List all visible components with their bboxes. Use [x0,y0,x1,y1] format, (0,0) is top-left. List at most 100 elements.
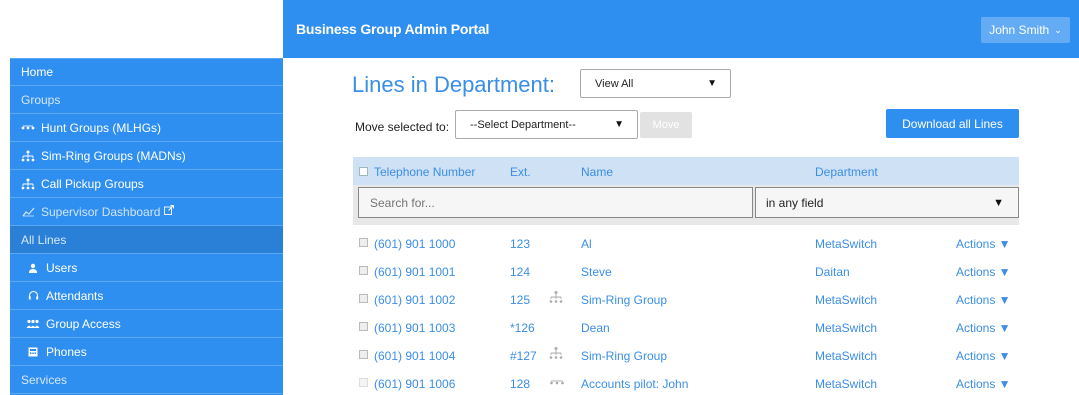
portal-title: Business Group Admin Portal [296,21,490,37]
sidebar-item-group-access[interactable]: Group Access [10,310,283,338]
sim-ring-icon [549,290,563,307]
actions-dropdown[interactable]: Actions ▼ [956,321,1011,335]
telephone-number-link[interactable]: (601) 901 1000 [374,237,455,251]
department-link[interactable]: Daitan [815,265,850,279]
search-field-value: in any field [766,195,824,210]
row-checkbox[interactable] [359,238,368,247]
phone-icon [24,347,42,357]
sidebar-item-users[interactable]: Users [10,254,283,282]
sidebar-section-groups[interactable]: Groups [10,86,283,114]
sidebar-item-supervisor-dashboard[interactable]: Supervisor Dashboard [10,198,283,226]
sidebar-item-label: Home [21,65,54,79]
actions-dropdown[interactable]: Actions ▼ [956,349,1011,363]
department-link[interactable]: MetaSwitch [815,321,877,335]
sidebar-item-label: Group Access [46,316,121,331]
sidebar-section-label: Groups [21,92,61,107]
sidebar-item-label: Call Pickup Groups [41,176,144,191]
extension-value: 128 [510,377,531,391]
call-pickup-icon [19,178,37,190]
view-select-value: View All [595,77,634,90]
page-title: Lines in Department: [352,72,555,97]
name-link[interactable]: Sim-Ring Group [581,349,667,363]
department-link[interactable]: MetaSwitch [815,349,877,363]
actions-dropdown[interactable]: Actions ▼ [956,377,1011,391]
sidebar-item-label: Sim-Ring Groups (MADNs) [41,148,186,163]
sidebar-item-attendants[interactable]: Attendants [10,282,283,310]
select-all-checkbox[interactable] [359,167,368,176]
actions-dropdown[interactable]: Actions ▼ [956,293,1011,307]
user-icon [24,263,42,273]
chevron-down-icon: ⌄ [1054,24,1062,35]
extension-value: 125 [510,293,531,307]
name-link[interactable]: Dean [581,321,610,335]
telephone-number-link[interactable]: (601) 901 1004 [374,349,455,363]
actions-dropdown[interactable]: Actions ▼ [956,237,1011,251]
table-row: (601) 901 1006 128 Accounts pilot: John Met… [353,369,1019,395]
row-checkbox[interactable] [359,322,368,331]
sidebar-item-hunt-groups[interactable]: Hunt Groups (MLHGs) [10,114,283,142]
name-link[interactable]: Sim-Ring Group [581,293,667,307]
sidebar-item-label: Phones [46,344,87,359]
column-header-name[interactable]: Name [581,165,613,179]
sidebar: Home Groups Hunt Groups (MLHGs) Sim-Ring… [10,58,283,395]
sidebar-item-sim-ring-groups[interactable]: Sim-Ring Groups (MADNs) [10,142,283,170]
department-link[interactable]: MetaSwitch [815,293,877,307]
row-checkbox[interactable] [359,350,368,359]
move-button[interactable]: Move [640,112,692,138]
sidebar-item-call-pickup-groups[interactable]: Call Pickup Groups [10,170,283,198]
table-row: (601) 901 1003 *126 Dean MetaSwitch Actions … [353,313,1019,341]
row-checkbox[interactable] [359,266,368,275]
name-link[interactable]: Steve [581,265,612,279]
department-select[interactable]: --Select Department-- ▼ [455,110,638,139]
extension-value: #127 [510,349,537,363]
column-header-telephone[interactable]: Telephone Number [374,165,475,179]
sidebar-item-label: Attendants [46,288,104,303]
column-header-department[interactable]: Department [815,165,878,179]
search-row: in any field ▼ [353,185,1019,225]
sidebar-section-label: All Lines [21,232,67,247]
sidebar-section-all-lines[interactable]: All Lines [10,226,283,254]
department-link[interactable]: MetaSwitch [815,377,877,391]
view-select[interactable]: View All ▼ [580,69,731,98]
actions-dropdown[interactable]: Actions ▼ [956,265,1011,279]
caret-down-icon: ▼ [707,78,717,89]
download-all-lines-button[interactable]: Download all Lines [886,109,1019,138]
column-header-ext[interactable]: Ext. [510,165,531,179]
search-input[interactable] [358,187,753,218]
sidebar-item-home[interactable]: Home [10,58,283,86]
top-bar: Business Group Admin Portal John Smith ⌄ [283,0,1079,58]
sidebar-item-label: Users [46,260,78,275]
name-link[interactable]: Al [581,237,592,251]
move-selected-label: Move selected to: [355,120,450,134]
row-checkbox[interactable] [359,378,368,387]
telephone-number-link[interactable]: (601) 901 1002 [374,293,455,307]
sim-ring-icon [19,150,37,162]
row-checkbox[interactable] [359,294,368,303]
sidebar-item-label: Hunt Groups (MLHGs) [41,120,162,135]
extension-value: 123 [510,237,531,251]
external-link-icon [164,205,175,218]
sim-ring-icon [549,346,563,363]
telephone-number-link[interactable]: (601) 901 1003 [374,321,455,335]
hunt-group-icon [549,374,565,391]
extension-value: 124 [510,265,531,279]
dashboard-icon [19,207,37,217]
table-header: Telephone Number Ext. Name Department [353,157,1019,185]
extension-value: *126 [510,321,535,335]
department-link[interactable]: MetaSwitch [815,237,877,251]
table-row: (601) 901 1002 125 Sim-Ring Group MetaSwitc… [353,285,1019,313]
search-field-select[interactable]: in any field ▼ [755,187,1019,218]
sidebar-section-services[interactable]: Services [10,366,283,394]
table-row: (601) 901 1004 #127 Sim-Ring Group MetaSwit… [353,341,1019,369]
caret-down-icon: ▼ [614,119,624,130]
sidebar-item-phones[interactable]: Phones [10,338,283,366]
name-link[interactable]: Accounts pilot: John [581,377,688,391]
table-row: (601) 901 1000 123 Al MetaSwitch Actions ▼ [353,229,1019,257]
user-name: John Smith [989,23,1050,37]
telephone-number-link[interactable]: (601) 901 1006 [374,377,455,391]
telephone-number-link[interactable]: (601) 901 1001 [374,265,455,279]
group-icon [24,319,42,328]
hunt-group-icon [19,125,37,131]
department-select-value: --Select Department-- [470,118,576,131]
user-menu-button[interactable]: John Smith ⌄ [981,17,1070,43]
